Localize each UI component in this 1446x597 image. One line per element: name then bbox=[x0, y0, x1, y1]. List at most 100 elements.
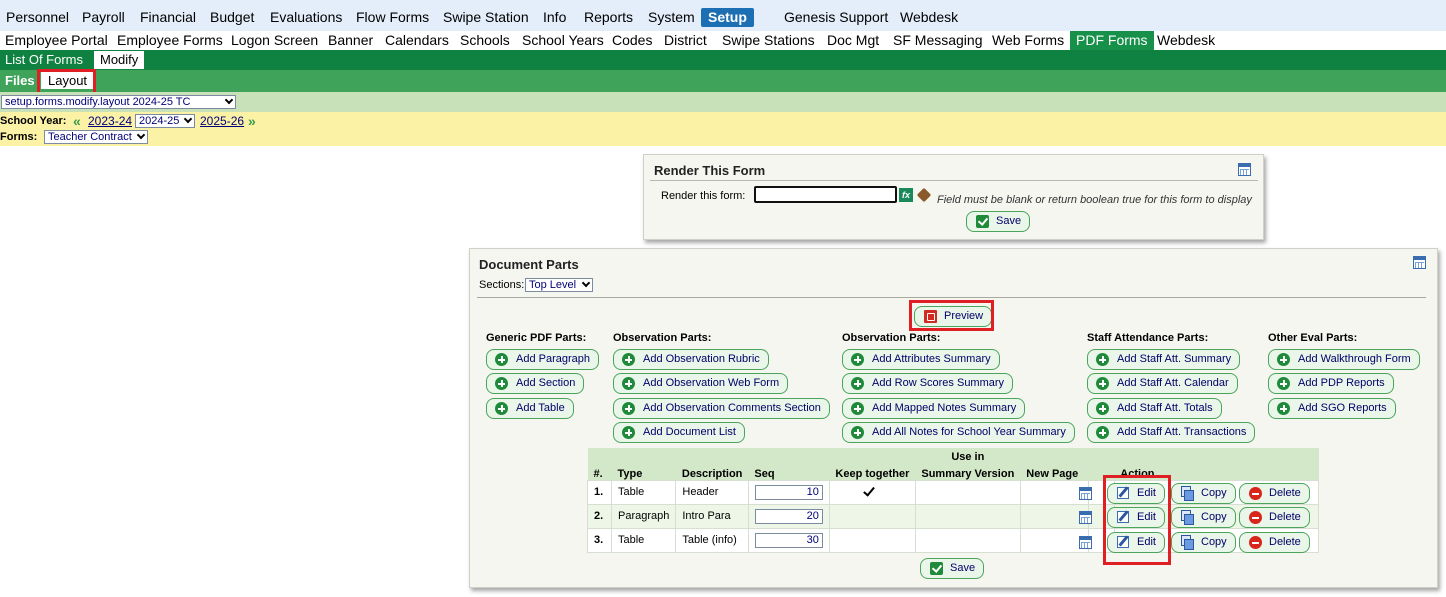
tab-schools[interactable]: Schools bbox=[460, 32, 510, 49]
menu-webdesk[interactable]: Webdesk bbox=[900, 9, 958, 25]
menu-flow-forms[interactable]: Flow Forms bbox=[356, 9, 429, 25]
copy-button[interactable]: Copy bbox=[1171, 507, 1236, 528]
layout-select[interactable]: setup.forms.modify.layout 2024-25 TC bbox=[1, 95, 236, 109]
tab-pdf-forms[interactable]: PDF Forms bbox=[1070, 31, 1154, 50]
menu-info[interactable]: Info bbox=[543, 9, 566, 25]
tab-modify[interactable]: Modify bbox=[94, 51, 145, 69]
tab-codes[interactable]: Codes bbox=[612, 32, 652, 49]
forms-select[interactable]: Teacher Contract bbox=[44, 130, 148, 144]
prev-year-icon[interactable]: « bbox=[73, 114, 81, 128]
add-pdp-reports-button[interactable]: Add PDP Reports bbox=[1268, 373, 1394, 394]
tab-webdesk[interactable]: Webdesk bbox=[1157, 32, 1215, 49]
edit-button[interactable]: Edit bbox=[1107, 507, 1165, 528]
tab-banner[interactable]: Banner bbox=[328, 32, 373, 49]
tab-school-years[interactable]: School Years bbox=[522, 32, 604, 49]
menu-system[interactable]: System bbox=[648, 9, 695, 25]
prev-year-link[interactable]: 2023-24 bbox=[88, 114, 132, 128]
add-mapped-notes-summary-button[interactable]: Add Mapped Notes Summary bbox=[842, 398, 1026, 419]
tab-doc-mgt[interactable]: Doc Mgt bbox=[827, 32, 879, 49]
add-staff-att-transactions-button[interactable]: Add Staff Att. Transactions bbox=[1087, 422, 1256, 443]
calendar-icon[interactable] bbox=[1079, 487, 1092, 500]
menu-evaluations[interactable]: Evaluations bbox=[270, 9, 342, 25]
row-keep-together bbox=[828, 479, 916, 505]
add-row-scores-summary-button[interactable]: Add Row Scores Summary bbox=[842, 373, 1014, 394]
tab-files[interactable]: Files bbox=[5, 73, 35, 88]
tab-layout[interactable]: Layout bbox=[41, 72, 95, 89]
add-document-list-button[interactable]: Add Document List bbox=[613, 422, 745, 443]
seq-input[interactable]: 30 bbox=[754, 532, 823, 548]
tab-logon-screen[interactable]: Logon Screen bbox=[231, 32, 318, 49]
render-save-button[interactable]: Save bbox=[966, 211, 1031, 232]
delete-button[interactable]: Delete bbox=[1239, 507, 1310, 528]
next-year-link[interactable]: 2025-26 bbox=[200, 114, 244, 128]
next-year-icon[interactable]: » bbox=[248, 114, 256, 128]
calendar-icon[interactable] bbox=[1079, 536, 1092, 549]
check-icon bbox=[863, 484, 875, 497]
add-sgo-reports-button[interactable]: Add SGO Reports bbox=[1268, 398, 1396, 419]
button-label: Edit bbox=[1137, 511, 1156, 523]
seq-input[interactable]: 20 bbox=[754, 508, 823, 524]
menu-reports[interactable]: Reports bbox=[584, 9, 633, 25]
tab-sf-messaging[interactable]: SF Messaging bbox=[893, 32, 982, 49]
add-walkthrough-form-button[interactable]: Add Walkthrough Form bbox=[1268, 349, 1420, 370]
add-staff-att-summary-button[interactable]: Add Staff Att. Summary bbox=[1087, 349, 1241, 370]
menu-setup[interactable]: Setup bbox=[701, 8, 754, 27]
seq-input[interactable]: 10 bbox=[754, 484, 823, 500]
delete-button[interactable]: Delete bbox=[1239, 483, 1310, 504]
add-observation-comments-section-button[interactable]: Add Observation Comments Section bbox=[613, 398, 830, 419]
button-label: Add SGO Reports bbox=[1298, 402, 1387, 414]
menu-budget[interactable]: Budget bbox=[210, 9, 254, 25]
sections-select[interactable]: Top Level bbox=[525, 278, 593, 292]
add-observation-rubric-button[interactable]: Add Observation Rubric bbox=[613, 349, 769, 370]
preview-button[interactable]: Preview bbox=[914, 306, 993, 327]
menu-personnel[interactable]: Personnel bbox=[6, 9, 69, 25]
header-keep-together: Keep together bbox=[829, 463, 916, 480]
tab-employee-portal[interactable]: Employee Portal bbox=[5, 32, 108, 49]
button-label: Add Observation Rubric bbox=[643, 353, 760, 365]
tab-list-of-forms[interactable]: List Of Forms bbox=[5, 52, 83, 68]
edit-button[interactable]: Edit bbox=[1107, 483, 1165, 504]
tab-swipe-stations[interactable]: Swipe Stations bbox=[722, 32, 815, 49]
row-seq-cell: 20 bbox=[747, 503, 830, 529]
sections-label: Sections: bbox=[479, 279, 525, 291]
add-all-notes-summary-button[interactable]: Add All Notes for School Year Summary bbox=[842, 422, 1075, 443]
button-label: Add Document List bbox=[643, 426, 736, 438]
tab-employee-forms[interactable]: Employee Forms bbox=[117, 32, 223, 49]
menu-payroll[interactable]: Payroll bbox=[82, 9, 125, 25]
menu-swipe-station[interactable]: Swipe Station bbox=[443, 9, 529, 25]
render-field-input[interactable] bbox=[754, 186, 897, 203]
add-section-button[interactable]: Add Section bbox=[486, 373, 585, 394]
copy-button[interactable]: Copy bbox=[1171, 483, 1236, 504]
tab-web-forms[interactable]: Web Forms bbox=[992, 32, 1064, 49]
doc-save-button[interactable]: Save bbox=[920, 558, 985, 579]
school-year-select[interactable]: 2024-25 bbox=[135, 114, 195, 128]
button-label: Add Paragraph bbox=[516, 353, 590, 365]
button-label: Add Mapped Notes Summary bbox=[872, 402, 1017, 414]
calendar-icon[interactable] bbox=[1079, 511, 1092, 524]
add-staff-att-calendar-button[interactable]: Add Staff Att. Calendar bbox=[1087, 373, 1238, 394]
add-observation-web-form-button[interactable]: Add Observation Web Form bbox=[613, 373, 789, 394]
calendar-icon[interactable] bbox=[1413, 256, 1426, 269]
menu-financial[interactable]: Financial bbox=[140, 9, 196, 25]
add-attributes-summary-button[interactable]: Add Attributes Summary bbox=[842, 349, 1000, 370]
menu-genesis-support[interactable]: Genesis Support bbox=[784, 9, 888, 25]
add-paragraph-button[interactable]: Add Paragraph bbox=[486, 349, 599, 370]
row-type: Table bbox=[610, 527, 677, 553]
add-staff-att-totals-button[interactable]: Add Staff Att. Totals bbox=[1087, 398, 1222, 419]
header-type: Type bbox=[611, 463, 676, 480]
copy-button[interactable]: Copy bbox=[1171, 532, 1236, 553]
delete-button[interactable]: Delete bbox=[1239, 532, 1310, 553]
add-table-button[interactable]: Add Table bbox=[486, 398, 574, 419]
button-label: Add Observation Comments Section bbox=[643, 402, 821, 414]
tab-calendars[interactable]: Calendars bbox=[385, 32, 449, 49]
button-label: Add Staff Att. Summary bbox=[1117, 353, 1232, 365]
row-summary-version bbox=[914, 527, 1021, 553]
calendar-icon[interactable] bbox=[1238, 163, 1251, 176]
header-spacer bbox=[1020, 448, 1319, 463]
button-label: Edit bbox=[1137, 487, 1156, 499]
formula-icon[interactable]: fx bbox=[899, 188, 913, 202]
edit-button[interactable]: Edit bbox=[1107, 532, 1165, 553]
tab-district[interactable]: District bbox=[664, 32, 707, 49]
header-description: Description bbox=[675, 463, 749, 480]
plus-icon bbox=[1277, 402, 1290, 415]
